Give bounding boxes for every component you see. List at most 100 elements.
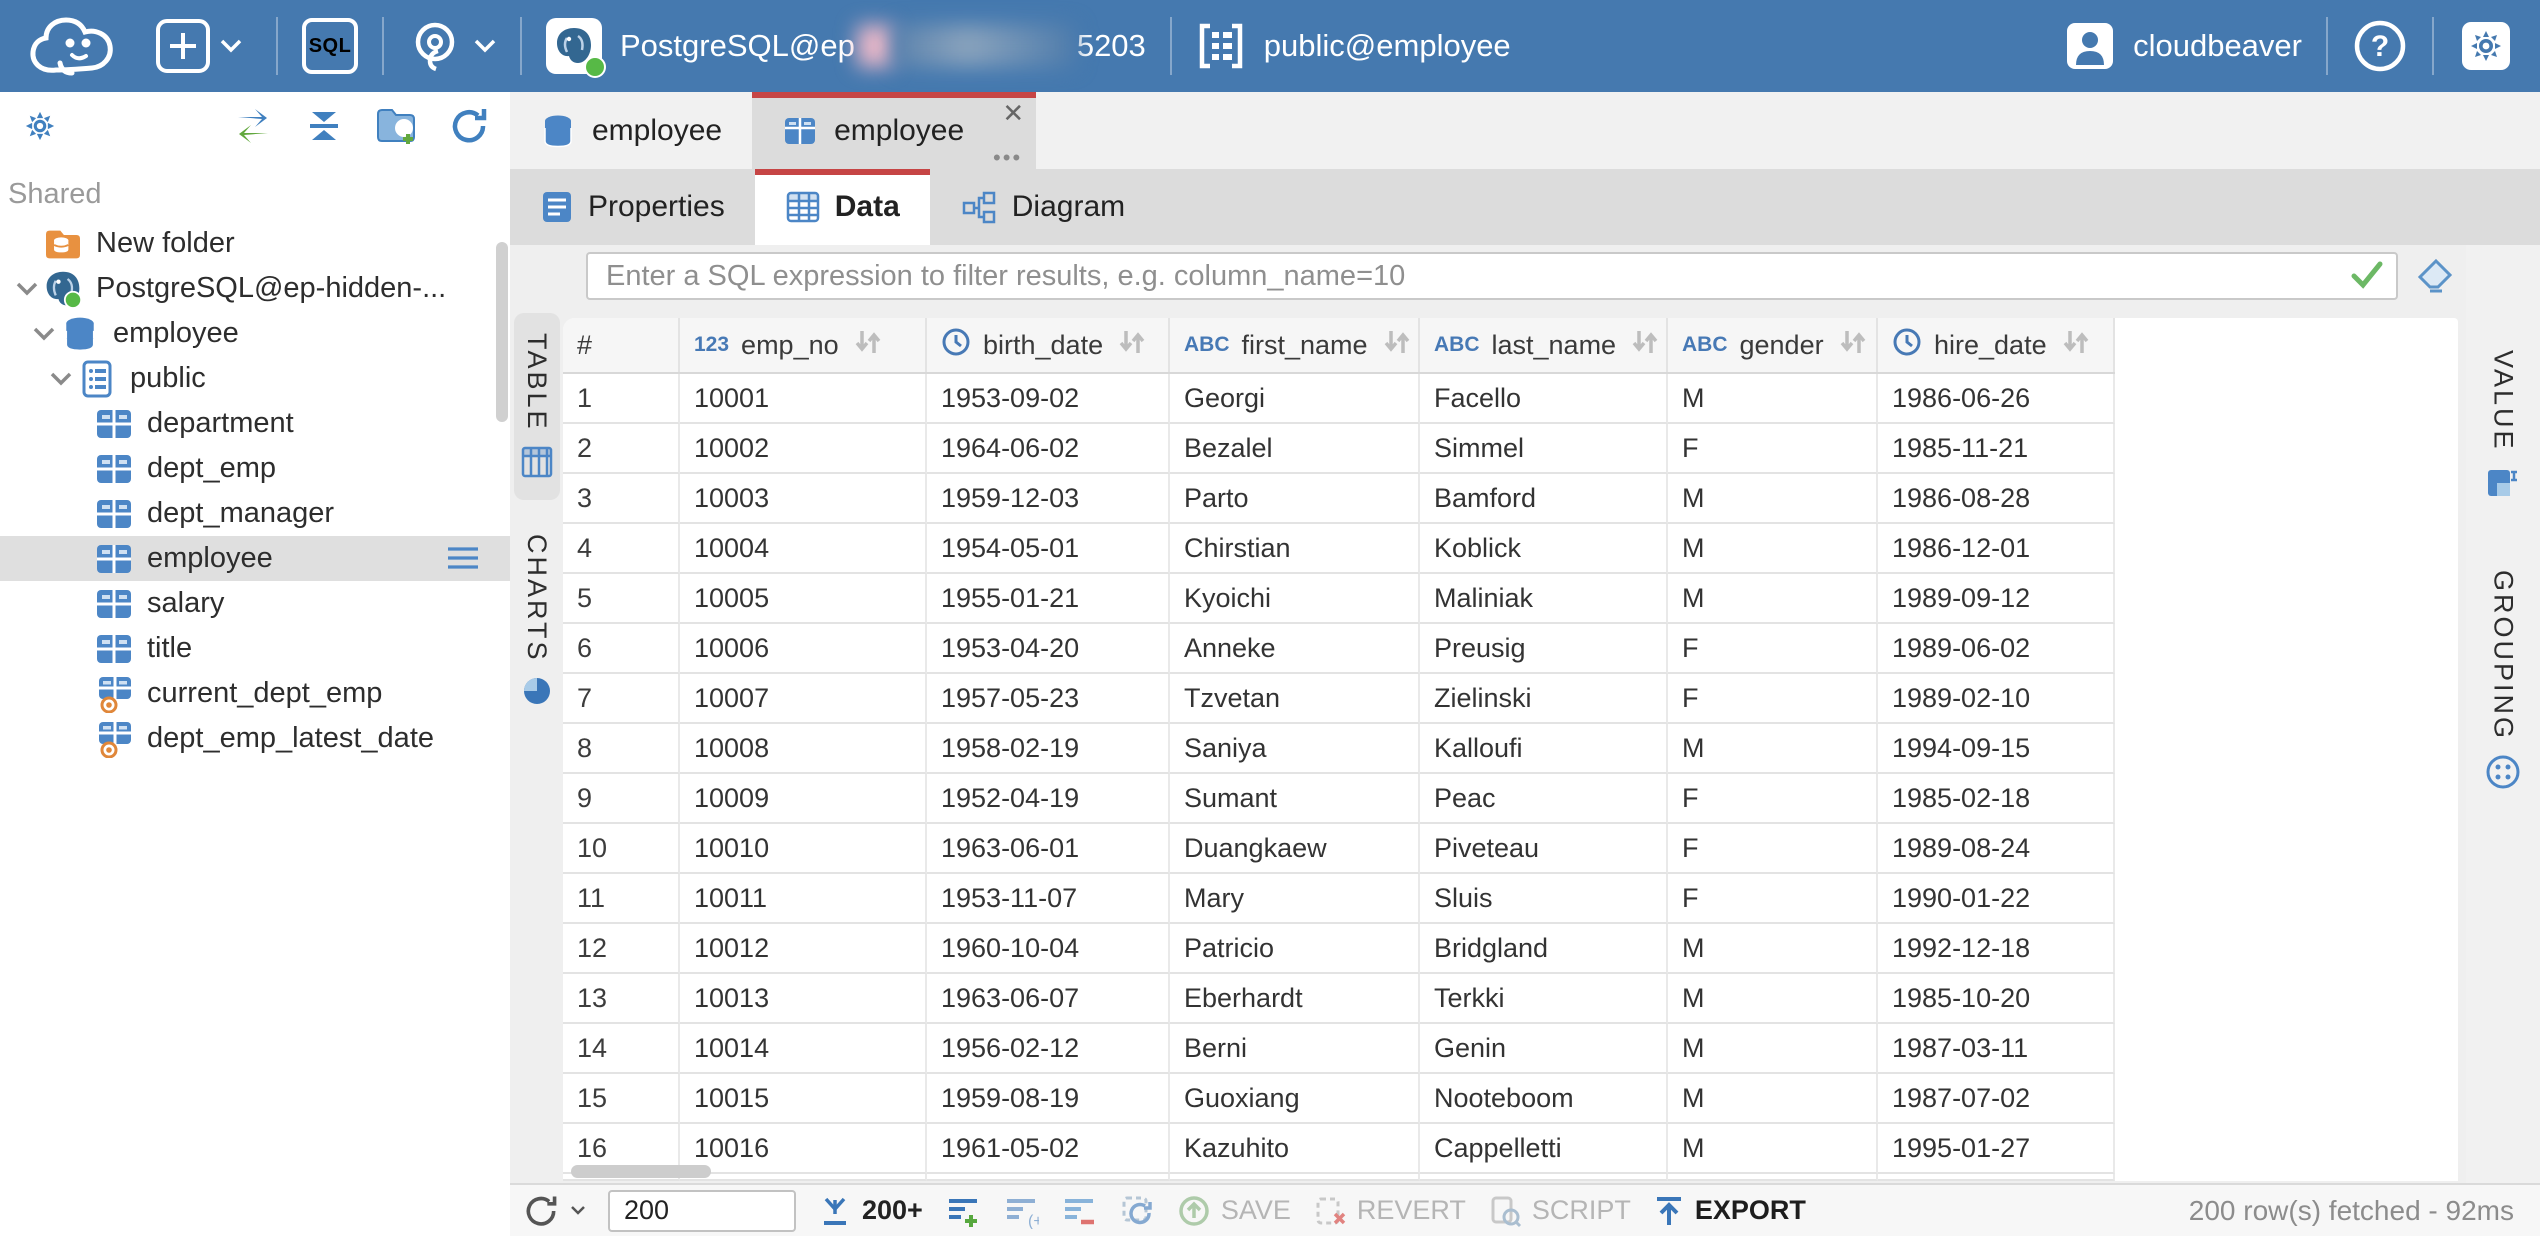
delete-row-button[interactable] xyxy=(1061,1193,1097,1229)
cell-gender[interactable]: M xyxy=(1668,524,1878,574)
chevron-expanded-icon[interactable] xyxy=(32,326,56,342)
add-row-button[interactable] xyxy=(945,1193,981,1229)
cell-last_name[interactable]: Nooteboom xyxy=(1420,1074,1668,1124)
cell-emp_no[interactable]: 10004 xyxy=(680,524,927,574)
column-header-birth_date[interactable]: birth_date xyxy=(927,318,1170,372)
cell-birth_date[interactable]: 1955-01-21 xyxy=(927,574,1170,624)
cell-first_name[interactable]: Sumant xyxy=(1170,774,1420,824)
column-header-gender[interactable]: ABCgender xyxy=(1668,318,1878,372)
export-button[interactable]: EXPORT xyxy=(1653,1194,1806,1228)
sort-icon[interactable] xyxy=(1838,328,1868,356)
cell-birth_date[interactable]: 1959-08-19 xyxy=(927,1074,1170,1124)
cell-birth_date[interactable]: 1959-12-03 xyxy=(927,474,1170,524)
cell-gender[interactable]: M xyxy=(1668,474,1878,524)
cell-gender[interactable]: M xyxy=(1668,1074,1878,1124)
cell-birth_date[interactable]: 1953-09-02 xyxy=(927,374,1170,424)
cell-birth_date[interactable]: 1963-06-07 xyxy=(927,974,1170,1024)
cell-emp_no[interactable]: 10009 xyxy=(680,774,927,824)
cell-last_name[interactable]: Maliniak xyxy=(1420,574,1668,624)
cell-first_name[interactable]: Mary xyxy=(1170,874,1420,924)
cell-hire_date[interactable]: 1985-02-18 xyxy=(1878,774,2115,824)
tab-diagram[interactable]: Diagram xyxy=(930,169,1155,245)
cell-gender[interactable]: M xyxy=(1668,724,1878,774)
cell-first_name[interactable]: Bezalel xyxy=(1170,424,1420,474)
cell-gender[interactable]: F xyxy=(1668,874,1878,924)
cell-hire_date[interactable]: 1994-09-15 xyxy=(1878,724,2115,774)
fetch-more-button[interactable]: 200+ xyxy=(818,1194,923,1228)
tree-item-employee[interactable]: employee xyxy=(0,311,510,356)
tab-data[interactable]: Data xyxy=(755,169,930,245)
sort-icon[interactable] xyxy=(1630,328,1660,356)
cell-emp_no[interactable]: 10016 xyxy=(680,1124,927,1174)
cell-gender[interactable]: F xyxy=(1668,824,1878,874)
cell-birth_date[interactable]: 1954-05-01 xyxy=(927,524,1170,574)
cell-hire_date[interactable]: 1987-03-11 xyxy=(1878,1024,2115,1074)
cell-first_name[interactable]: Kyoichi xyxy=(1170,574,1420,624)
cell-first_name[interactable]: Duangkaew xyxy=(1170,824,1420,874)
cell-last_name[interactable]: Piveteau xyxy=(1420,824,1668,874)
sort-icon[interactable] xyxy=(2061,328,2091,356)
tree-item-dept-manager[interactable]: dept_manager xyxy=(0,491,510,536)
cell-hire_date[interactable]: 1989-06-02 xyxy=(1878,624,2115,674)
tab-employee-database[interactable]: employee xyxy=(510,92,752,169)
column-header-row-number[interactable]: # xyxy=(563,318,680,372)
cell-hire_date[interactable]: 1986-06-26 xyxy=(1878,374,2115,424)
active-connection[interactable]: PostgreSQL@ep5203 xyxy=(546,18,1146,74)
cell-birth_date[interactable]: 1964-06-02 xyxy=(927,424,1170,474)
sort-icon[interactable] xyxy=(1382,328,1412,356)
cell-hire_date[interactable]: 1995-01-27 xyxy=(1878,1124,2115,1174)
tree-item-title[interactable]: title xyxy=(0,626,510,671)
apply-filter-icon[interactable] xyxy=(2350,260,2384,295)
cell-emp_no[interactable]: 10015 xyxy=(680,1074,927,1124)
tree-item-salary[interactable]: salary xyxy=(0,581,510,626)
cell-last_name[interactable]: Genin xyxy=(1420,1024,1668,1074)
cell-hire_date[interactable]: 1989-09-12 xyxy=(1878,574,2115,624)
cell-last_name[interactable]: Preusig xyxy=(1420,624,1668,674)
fetch-size-input[interactable] xyxy=(608,1190,796,1232)
schema-selector[interactable]: public@employee xyxy=(1196,20,1511,72)
cell-gender[interactable]: F xyxy=(1668,674,1878,724)
sql-filter-input[interactable] xyxy=(586,252,2398,300)
cell-gender[interactable]: M xyxy=(1668,1124,1878,1174)
cell-gender[interactable]: M xyxy=(1668,374,1878,424)
chevron-expanded-icon[interactable] xyxy=(15,281,39,297)
cell-birth_date[interactable]: 1957-05-23 xyxy=(927,674,1170,724)
collapse-all-button[interactable] xyxy=(304,106,344,146)
tree-item-postgresql-ep-hidden-[interactable]: PostgreSQL@ep-hidden-... xyxy=(0,266,510,311)
cell-gender[interactable]: F xyxy=(1668,624,1878,674)
cell-hire_date[interactable]: 1986-08-28 xyxy=(1878,474,2115,524)
add-folder-button[interactable] xyxy=(374,106,418,146)
cell-first_name[interactable]: Eberhardt xyxy=(1170,974,1420,1024)
cell-gender[interactable]: M xyxy=(1668,924,1878,974)
cell-emp_no[interactable]: 10014 xyxy=(680,1024,927,1074)
sort-icon[interactable] xyxy=(853,328,883,356)
cell-hire_date[interactable]: 1989-02-10 xyxy=(1878,674,2115,724)
cell-hire_date[interactable]: 1989-08-24 xyxy=(1878,824,2115,874)
refresh-results-button[interactable] xyxy=(522,1192,586,1230)
cell-first_name[interactable]: Guoxiang xyxy=(1170,1074,1420,1124)
cell-hire_date[interactable]: 1987-07-02 xyxy=(1878,1074,2115,1124)
cell-first_name[interactable]: Georgi xyxy=(1170,374,1420,424)
cell-birth_date[interactable]: 1961-05-02 xyxy=(927,1124,1170,1174)
cell-emp_no[interactable]: 10013 xyxy=(680,974,927,1024)
tree-item-employee[interactable]: employee xyxy=(0,536,510,581)
cell-hire_date[interactable]: 1985-11-21 xyxy=(1878,424,2115,474)
cell-last_name[interactable]: Bamford xyxy=(1420,474,1668,524)
tree-item-public[interactable]: public xyxy=(0,356,510,401)
cell-emp_no[interactable]: 10002 xyxy=(680,424,927,474)
refresh-tree-button[interactable] xyxy=(448,105,490,147)
cell-first_name[interactable]: Patricio xyxy=(1170,924,1420,974)
tree-item-current-dept-emp[interactable]: current_dept_emp xyxy=(0,671,510,716)
tree-item-dept-emp[interactable]: dept_emp xyxy=(0,446,510,491)
cell-birth_date[interactable]: 1960-10-04 xyxy=(927,924,1170,974)
sort-icon[interactable] xyxy=(1117,328,1147,356)
cell-emp_no[interactable]: 10007 xyxy=(680,674,927,724)
revert-button[interactable]: REVERT xyxy=(1313,1194,1466,1228)
tree-item-new-folder[interactable]: New folder xyxy=(0,221,510,266)
cell-gender[interactable]: M xyxy=(1668,974,1878,1024)
tab-more-icon[interactable]: ••• xyxy=(993,152,1022,163)
cell-first_name[interactable]: Saniya xyxy=(1170,724,1420,774)
tab-employee-table[interactable]: employee ✕ ••• xyxy=(752,92,1036,169)
cell-birth_date[interactable]: 1952-04-19 xyxy=(927,774,1170,824)
sidebar-scrollbar[interactable] xyxy=(496,242,508,422)
